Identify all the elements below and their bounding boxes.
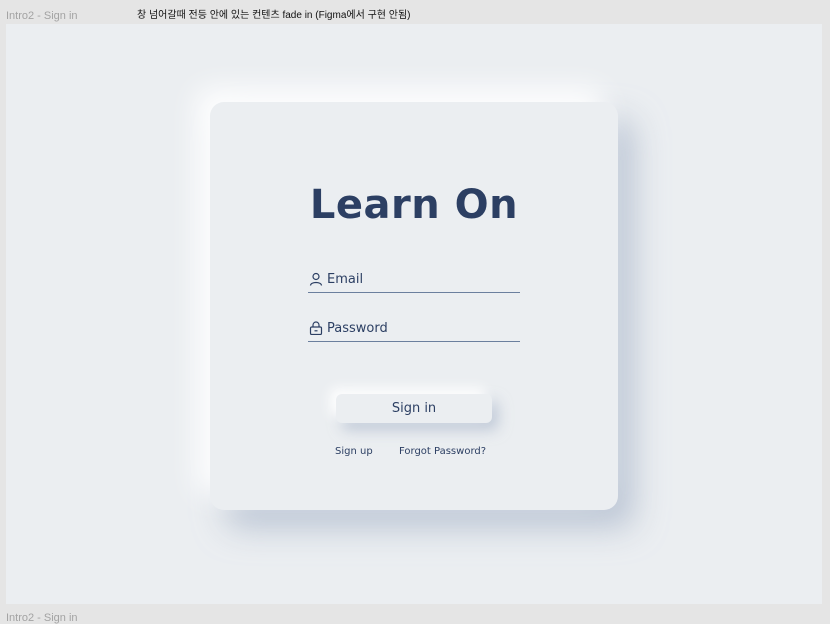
frame-label-bottom: Intro2 - Sign in (6, 612, 78, 624)
login-card: Learn On Sign in Sign up Forgot Password… (210, 102, 618, 510)
password-input[interactable] (327, 317, 515, 339)
sign-in-button[interactable]: Sign in (336, 394, 492, 423)
frame-label-top: Intro2 - Sign in (6, 10, 78, 22)
app-title: Learn On (309, 182, 519, 228)
lock-icon (309, 321, 323, 335)
forgot-password-link[interactable]: Forgot Password? (399, 446, 486, 457)
sign-up-link[interactable]: Sign up (335, 446, 373, 457)
design-annotation: 창 넘어갈때 전등 안에 있는 컨텐츠 fade in (Figma에서 구현 … (137, 10, 411, 21)
email-input[interactable] (327, 268, 515, 290)
password-field (308, 317, 520, 342)
email-field (308, 268, 520, 293)
artboard: Learn On Sign in Sign up Forgot Password… (6, 24, 822, 604)
user-icon (309, 272, 323, 286)
